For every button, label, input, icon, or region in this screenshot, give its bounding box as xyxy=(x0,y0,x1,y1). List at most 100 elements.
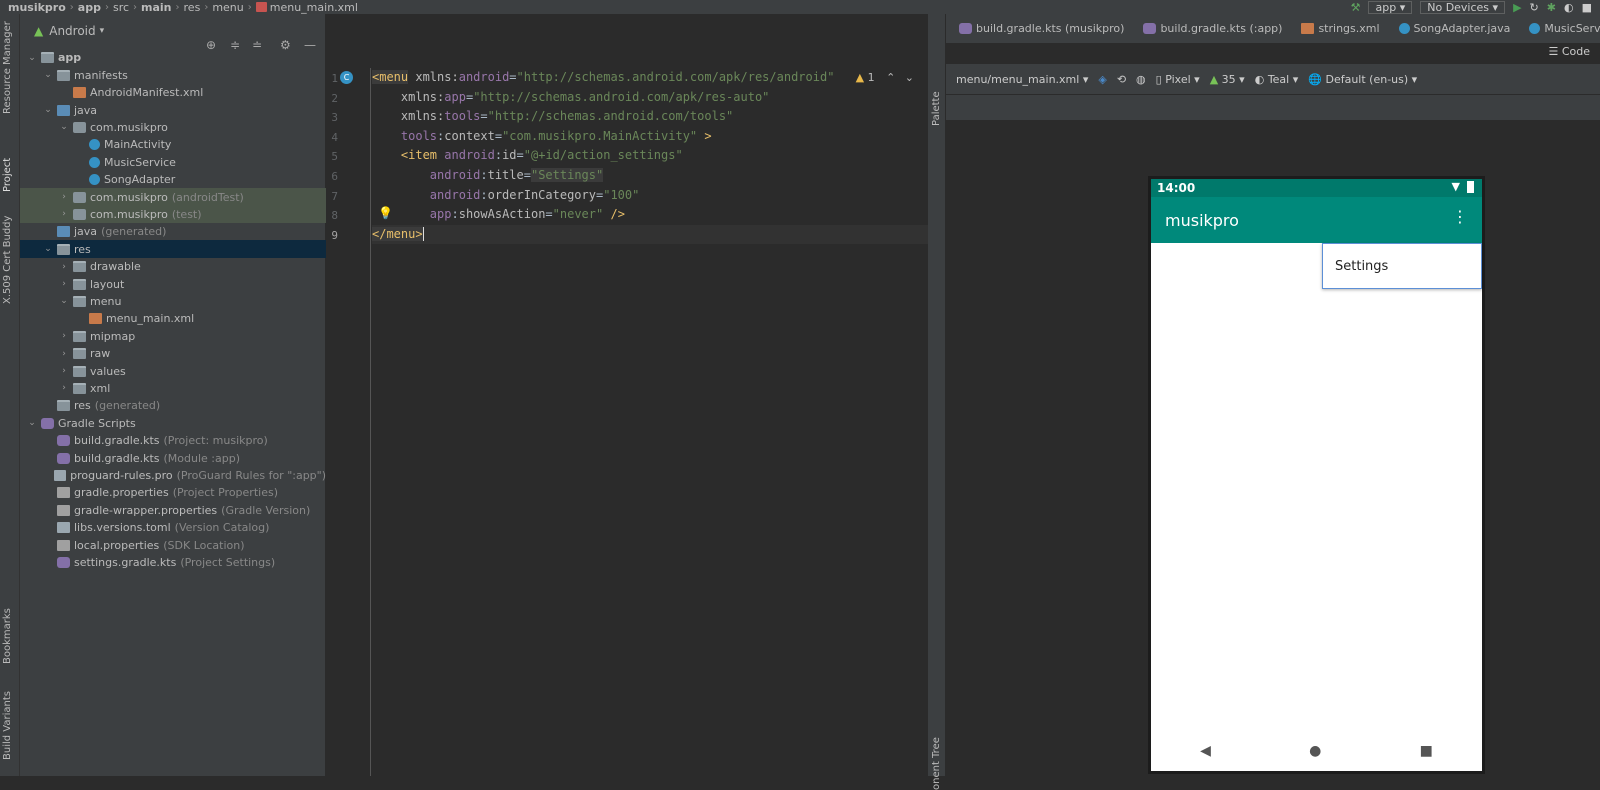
code-editor[interactable]: 123456789 C 💡 <menu xmlns:android="http:… xyxy=(326,14,928,776)
chevron-right-icon[interactable]: › xyxy=(58,209,70,219)
device-name: Pixel xyxy=(1165,72,1191,86)
chevron-right-icon[interactable]: › xyxy=(58,349,70,359)
tree-item[interactable]: java (generated) xyxy=(20,223,326,241)
tree-item[interactable]: ⌄ manifests xyxy=(20,66,326,84)
breadcrumb-item[interactable]: musikpro xyxy=(8,1,66,14)
tree-item[interactable]: gradle-wrapper.properties (Gradle Version… xyxy=(20,501,326,519)
breadcrumb-item[interactable]: main xyxy=(141,1,172,14)
stop-icon[interactable]: ■ xyxy=(1582,1,1592,14)
chevron-down-icon[interactable]: ⌄ xyxy=(26,418,38,428)
inspection-widget[interactable]: ▲ 1 ⌃ ⌄ xyxy=(856,71,914,84)
tree-item[interactable]: › drawable xyxy=(20,258,326,276)
debug-icon[interactable]: ✱ xyxy=(1547,1,1556,14)
chevron-down-icon[interactable]: ⌄ xyxy=(42,70,54,80)
chevron-right-icon[interactable]: › xyxy=(58,366,70,376)
menu-item-settings[interactable]: Settings xyxy=(1335,259,1388,274)
device-select[interactable]: No Devices ▾ xyxy=(1420,0,1506,14)
tree-item[interactable]: menu_main.xml xyxy=(20,310,326,328)
tree-item[interactable]: › xml xyxy=(20,380,326,398)
tree-item[interactable]: › com.musikpro (test) xyxy=(20,205,326,224)
tree-item[interactable]: ⌄ res xyxy=(20,240,326,259)
breadcrumb-item[interactable]: menu xyxy=(212,1,243,14)
tree-item[interactable]: ⌄ com.musikpro xyxy=(20,119,326,137)
build-variants-tab[interactable]: Build Variants xyxy=(2,691,13,760)
tree-item[interactable]: ⌄ java xyxy=(20,101,326,119)
component-tree-tab[interactable]: onent Tree xyxy=(931,737,942,790)
chevron-right-icon[interactable]: › xyxy=(58,192,70,202)
chevron-down-icon[interactable]: ⌄ xyxy=(42,105,54,115)
chevron-right-icon[interactable]: › xyxy=(58,383,70,393)
tree-item[interactable]: MainActivity xyxy=(20,136,326,154)
tree-item[interactable]: AndroidManifest.xml xyxy=(20,84,326,102)
tree-item[interactable]: libs.versions.toml (Version Catalog) xyxy=(20,519,326,537)
chevron-down-icon[interactable]: ⌄ xyxy=(42,244,54,254)
orientation-icon[interactable]: ⟲ xyxy=(1117,73,1126,86)
tree-item[interactable]: build.gradle.kts (Module :app) xyxy=(20,449,326,467)
back-icon[interactable]: ◀ xyxy=(1200,743,1211,759)
tree-item[interactable]: › com.musikpro (androidTest) xyxy=(20,188,326,206)
tree-item[interactable]: res (generated) xyxy=(20,397,326,415)
tree-item[interactable]: › raw xyxy=(20,345,326,363)
locale-select[interactable]: 🌐 Default (en-us) ▾ xyxy=(1308,73,1417,86)
tree-item-label: proguard-rules.pro xyxy=(70,468,173,482)
breadcrumb-item[interactable]: res xyxy=(184,1,201,14)
profile-icon[interactable]: ◐ xyxy=(1564,1,1574,14)
project-tab[interactable]: Project xyxy=(2,158,13,192)
chevron-right-icon[interactable]: › xyxy=(58,331,70,341)
chevron-right-icon[interactable]: › xyxy=(58,279,70,289)
chevron-down-icon[interactable]: ⌄ xyxy=(26,53,38,63)
device-select[interactable]: ▯ Pixel ▾ xyxy=(1156,73,1200,86)
run-icon[interactable]: ▶ xyxy=(1513,1,1521,14)
tree-item[interactable]: settings.gradle.kts (Project Settings) xyxy=(20,554,326,572)
code-view-button[interactable]: ☰ Code xyxy=(1548,45,1590,58)
chevron-up-icon[interactable]: ⌃ xyxy=(886,71,895,84)
recents-icon[interactable]: ■ xyxy=(1420,743,1433,759)
tree-item[interactable]: ⌄ Gradle Scripts xyxy=(20,414,326,432)
tree-item[interactable]: proguard-rules.pro (ProGuard Rules for ":… xyxy=(20,467,326,485)
tree-item[interactable]: › values xyxy=(20,362,326,380)
editor-tab[interactable]: build.gradle.kts (:app) xyxy=(1132,14,1290,43)
chevron-right-icon[interactable]: › xyxy=(58,262,70,272)
home-icon[interactable]: ● xyxy=(1309,743,1321,759)
palette-tab[interactable]: Palette xyxy=(931,91,942,126)
file-select[interactable]: menu/menu_main.xml ▾ xyxy=(956,73,1088,86)
tree-item[interactable]: build.gradle.kts (Project: musikpro) xyxy=(20,432,326,450)
overflow-menu-icon[interactable]: ⋮ xyxy=(1452,209,1468,225)
tree-item[interactable]: MusicService xyxy=(20,153,326,171)
tree-item[interactable]: ⌄ menu xyxy=(20,293,326,311)
chevron-down-icon[interactable]: ⌄ xyxy=(58,122,70,132)
layers-icon[interactable]: ◈ xyxy=(1098,73,1106,86)
tree-item-label: MainActivity xyxy=(104,138,172,152)
editor-tab[interactable]: SongAdapter.java xyxy=(1388,14,1519,43)
chevron-down-icon[interactable]: ⌄ xyxy=(58,296,70,306)
tree-item[interactable]: › layout xyxy=(20,275,326,293)
breadcrumb-item[interactable]: src xyxy=(113,1,129,14)
phone-preview[interactable]: 14:00 ▼ musikpro ⋮ Settings ◀ ● ■ xyxy=(1148,176,1485,774)
xml-icon xyxy=(1301,23,1315,34)
hammer-icon[interactable]: ⚒ xyxy=(1351,1,1361,14)
tree-item[interactable]: › mipmap xyxy=(20,327,326,345)
tree-item[interactable]: gradle.properties (Project Properties) xyxy=(20,484,326,502)
cert-buddy-tab[interactable]: X.509 Cert Buddy xyxy=(2,216,13,304)
editor-tab[interactable]: MusicService.java xyxy=(1518,14,1600,43)
tree-item-suffix: (Project Properties) xyxy=(172,486,278,500)
breadcrumb-item[interactable]: app xyxy=(78,1,101,14)
chevron-down-icon[interactable]: ▾ xyxy=(100,26,105,36)
editor-tab[interactable]: strings.xml xyxy=(1290,14,1387,43)
class-gutter-icon[interactable]: C xyxy=(340,71,353,84)
api-select[interactable]: ▲ 35 ▾ xyxy=(1210,73,1245,86)
tree-item-label: mipmap xyxy=(90,329,136,343)
night-mode-icon[interactable]: ◍ xyxy=(1136,73,1146,86)
resource-manager-tab[interactable]: Resource Manager xyxy=(2,21,13,114)
project-view-select[interactable]: Android xyxy=(49,24,95,38)
bookmarks-tab[interactable]: Bookmarks xyxy=(2,608,13,664)
theme-select[interactable]: ◐ Teal ▾ xyxy=(1255,73,1299,86)
breadcrumb-item[interactable]: menu_main.xml xyxy=(270,1,358,14)
chevron-down-icon[interactable]: ⌄ xyxy=(905,71,914,84)
run-config-select[interactable]: app ▾ xyxy=(1368,0,1413,14)
tree-item[interactable]: SongAdapter xyxy=(20,171,326,189)
rerun-icon[interactable]: ↻ xyxy=(1530,1,1539,14)
tree-item[interactable]: local.properties (SDK Location) xyxy=(20,536,326,554)
editor-tab[interactable]: build.gradle.kts (musikpro) xyxy=(948,14,1132,43)
tree-item[interactable]: ⌄ app xyxy=(20,49,326,67)
